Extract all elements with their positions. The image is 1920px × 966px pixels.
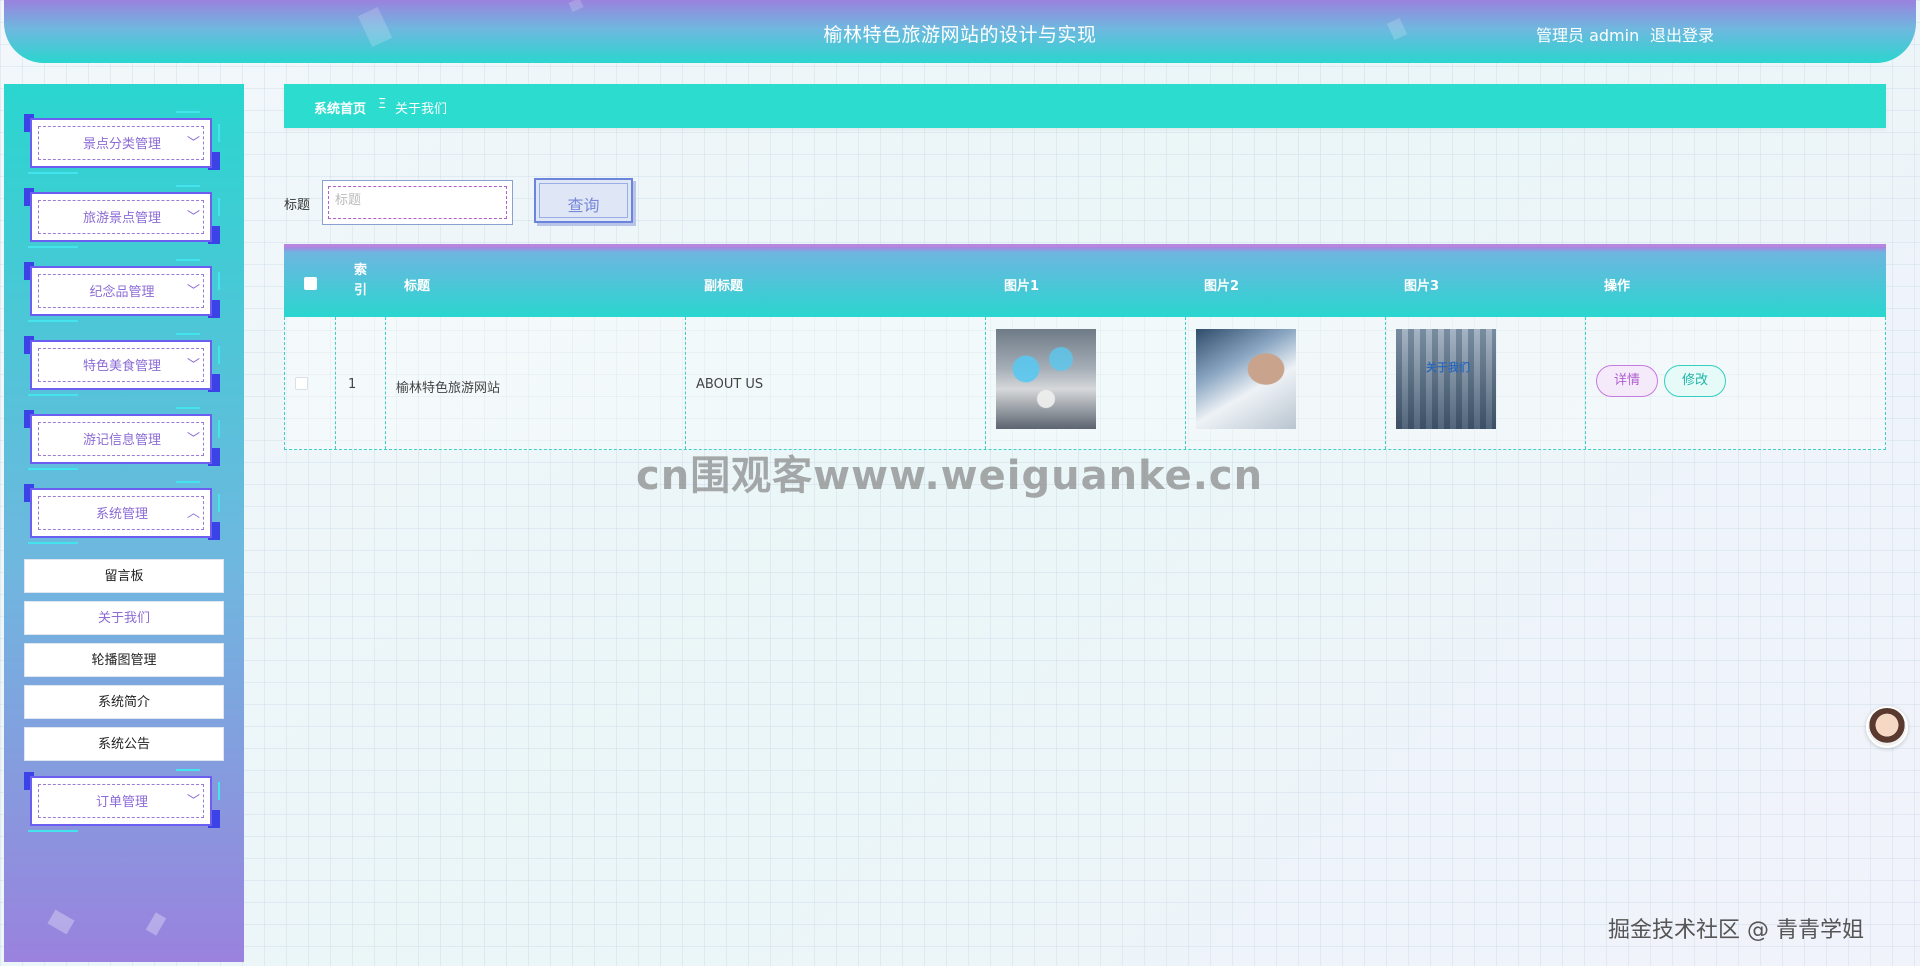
menu-item-orders[interactable]: 订单管理 ﹀	[24, 769, 220, 832]
column-header-label: 图片2	[1204, 279, 1240, 294]
row-select-cell	[285, 317, 335, 449]
column-header-image1: 图片1	[984, 247, 1184, 317]
table-row: 1 榆林特色旅游网站 ABOUT US 关于我们 详情 修改	[284, 317, 1886, 450]
menu-item-souvenirs[interactable]: 纪念品管理 ﹀	[24, 259, 220, 322]
detail-button[interactable]: 详情	[1596, 365, 1658, 397]
breadcrumb-home[interactable]: 系统首页	[314, 98, 366, 117]
title-cell: 榆林特色旅游网站	[385, 317, 685, 449]
search-input[interactable]	[335, 193, 495, 208]
logout-link[interactable]: 退出登录	[1650, 22, 1714, 46]
search-label: 标题	[284, 198, 311, 213]
submenu-item-carousel[interactable]: 轮播图管理	[24, 643, 224, 677]
column-header-index: 索引	[334, 247, 384, 317]
column-header-image3: 图片3	[1384, 247, 1584, 317]
chevron-down-icon: ﹀	[186, 210, 200, 225]
submenu-item-announcements[interactable]: 系统公告	[24, 727, 224, 761]
chevron-down-icon: ﹀	[186, 136, 200, 151]
column-header-subtitle: 副标题	[684, 247, 984, 317]
chevron-down-icon: ﹀	[186, 358, 200, 373]
image2-cell	[1185, 317, 1385, 449]
column-header-title: 标题	[384, 247, 684, 317]
column-header-label: 标题	[404, 279, 431, 294]
column-header-label: 操作	[1604, 279, 1631, 294]
subtitle-value: ABOUT US	[696, 377, 764, 392]
actions-cell: 详情 修改	[1585, 317, 1885, 449]
chevron-down-icon: ﹀	[186, 284, 200, 299]
assistant-avatar-icon[interactable]	[1866, 706, 1908, 748]
index-cell: 1	[335, 317, 385, 449]
menu-item-travel-notes[interactable]: 游记信息管理 ﹀	[24, 407, 220, 470]
header-decoration	[568, 0, 584, 13]
sidebar-decoration	[47, 909, 75, 935]
chevron-down-icon: ﹀	[186, 432, 200, 447]
index-value: 1	[348, 377, 357, 392]
breadcrumb: 系统首页 Ξ 关于我们	[284, 84, 1886, 128]
image1-thumbnail[interactable]	[996, 329, 1096, 429]
column-header-label: 索引	[354, 263, 368, 298]
select-all-checkbox[interactable]	[304, 277, 317, 290]
column-header-image2: 图片2	[1184, 247, 1384, 317]
sidebar-decoration	[145, 912, 167, 936]
breadcrumb-separator-icon: Ξ	[378, 97, 387, 112]
current-user: 管理员 admin	[1536, 26, 1640, 45]
breadcrumb-current: 关于我们	[395, 102, 448, 117]
chevron-up-icon: ︿	[186, 506, 200, 521]
subtitle-cell: ABOUT US	[685, 317, 985, 449]
menu-item-scenic-spots[interactable]: 旅游景点管理 ﹀	[24, 185, 220, 248]
menu-item-scenic-category[interactable]: 景点分类管理 ﹀	[24, 111, 220, 174]
top-header: 榆林特色旅游网站的设计与实现 管理员 admin 退出登录	[4, 0, 1916, 63]
title-value: 榆林特色旅游网站	[396, 381, 501, 396]
column-header-label: 图片3	[1404, 279, 1440, 294]
submenu-item-about-us[interactable]: 关于我们	[24, 601, 224, 635]
image3-thumbnail[interactable]: 关于我们	[1396, 329, 1496, 429]
image2-thumbnail[interactable]	[1196, 329, 1296, 429]
image1-cell	[985, 317, 1185, 449]
menu-item-system[interactable]: 系统管理 ︿	[24, 481, 220, 544]
menu-item-local-food[interactable]: 特色美食管理 ﹀	[24, 333, 220, 396]
select-all-header	[284, 247, 334, 317]
image3-caption: 关于我们	[1426, 361, 1470, 374]
submenu-item-system-intro[interactable]: 系统简介	[24, 685, 224, 719]
search-field[interactable]	[322, 180, 513, 225]
table-header: 索引 标题 副标题 图片1 图片2 图片3 操作	[284, 244, 1886, 317]
column-header-label: 图片1	[1004, 279, 1040, 294]
data-table: 索引 标题 副标题 图片1 图片2 图片3 操作 1 榆林特色旅游网站 ABOU…	[284, 244, 1886, 450]
watermark-text: cn围观客www.weiguanke.cn	[636, 453, 1264, 499]
submenu-item-message-board[interactable]: 留言板	[24, 559, 224, 593]
column-header-actions: 操作	[1584, 247, 1886, 317]
sidebar: 景点分类管理 ﹀ 旅游景点管理 ﹀ 纪念品管理 ﹀ 特色美食管理 ﹀ 游记信息管…	[4, 84, 244, 962]
image3-cell: 关于我们	[1385, 317, 1585, 449]
edit-button[interactable]: 修改	[1664, 365, 1726, 397]
row-checkbox[interactable]	[295, 377, 308, 390]
search-button-label: 查询	[567, 196, 600, 215]
column-header-label: 副标题	[704, 279, 744, 294]
credit-text: 掘金技术社区 @ 青青学姐	[1608, 918, 1864, 943]
search-button[interactable]: 查询	[534, 178, 633, 223]
chevron-down-icon: ﹀	[186, 794, 200, 809]
